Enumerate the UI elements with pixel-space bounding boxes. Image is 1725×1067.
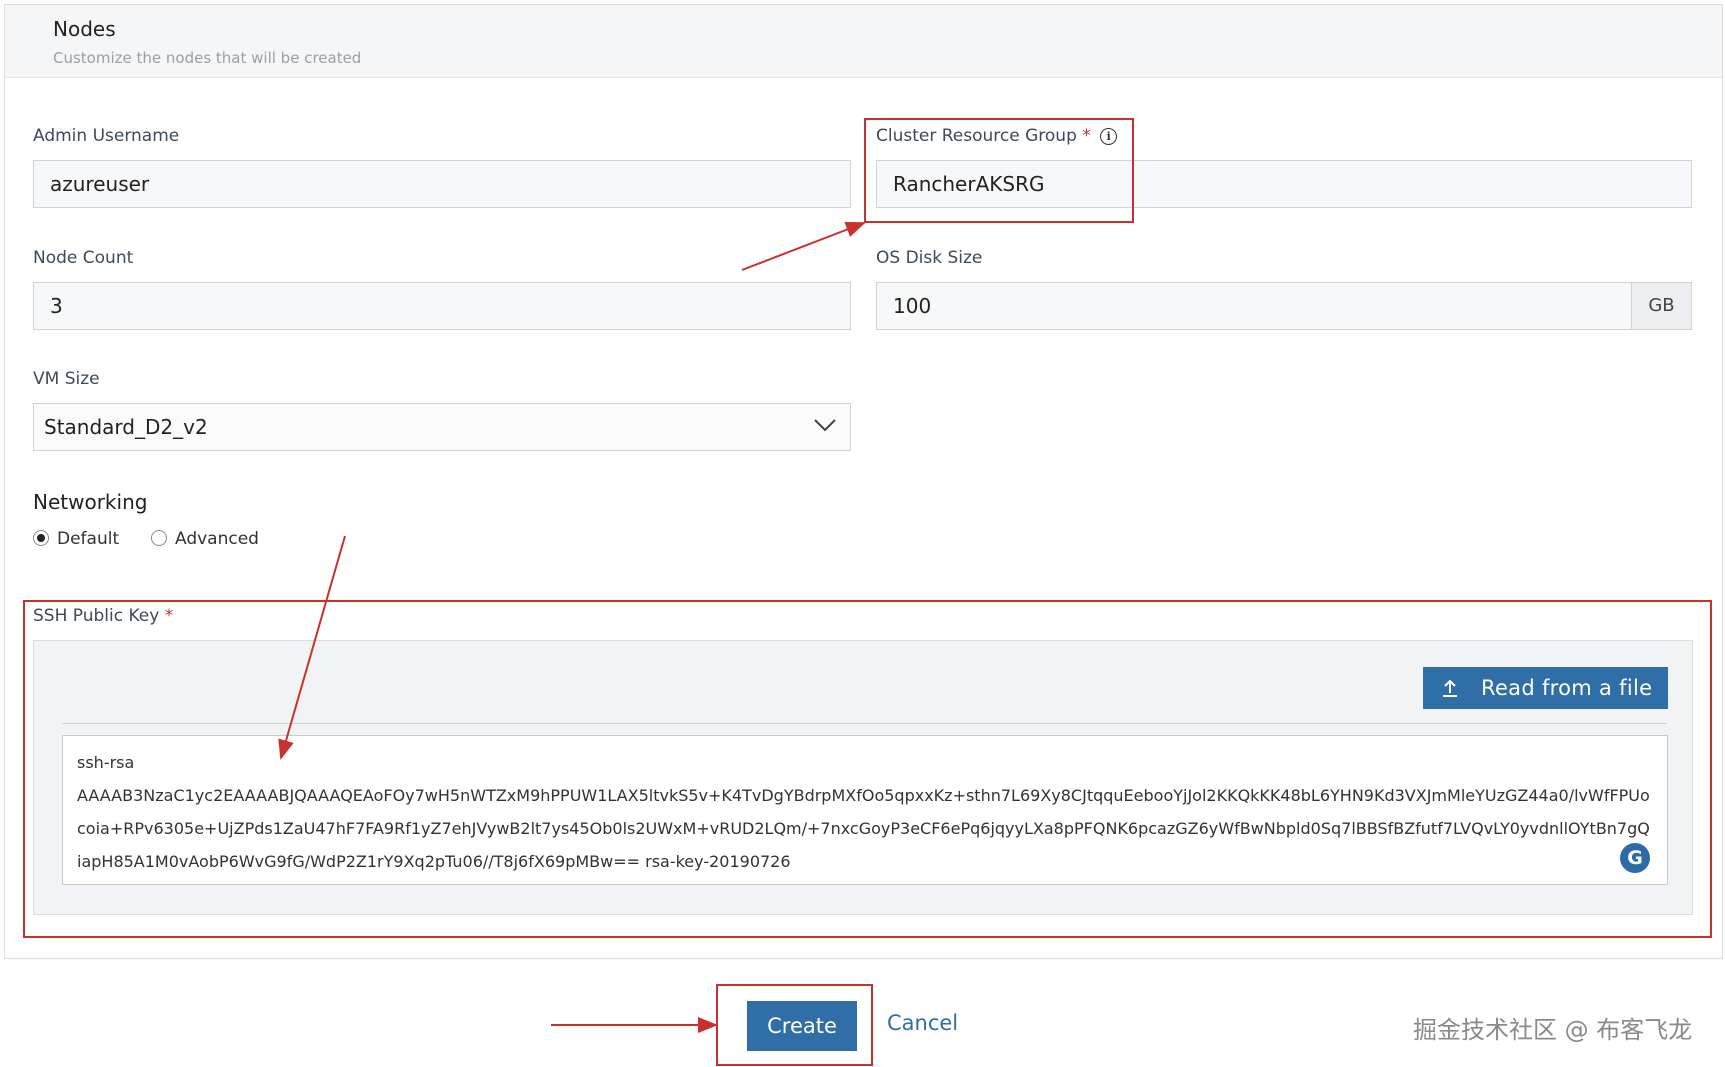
arrow-to-resource-group bbox=[741, 222, 866, 271]
arrow-to-ssh-key bbox=[278, 535, 346, 760]
annotation-arrows bbox=[278, 222, 866, 1033]
